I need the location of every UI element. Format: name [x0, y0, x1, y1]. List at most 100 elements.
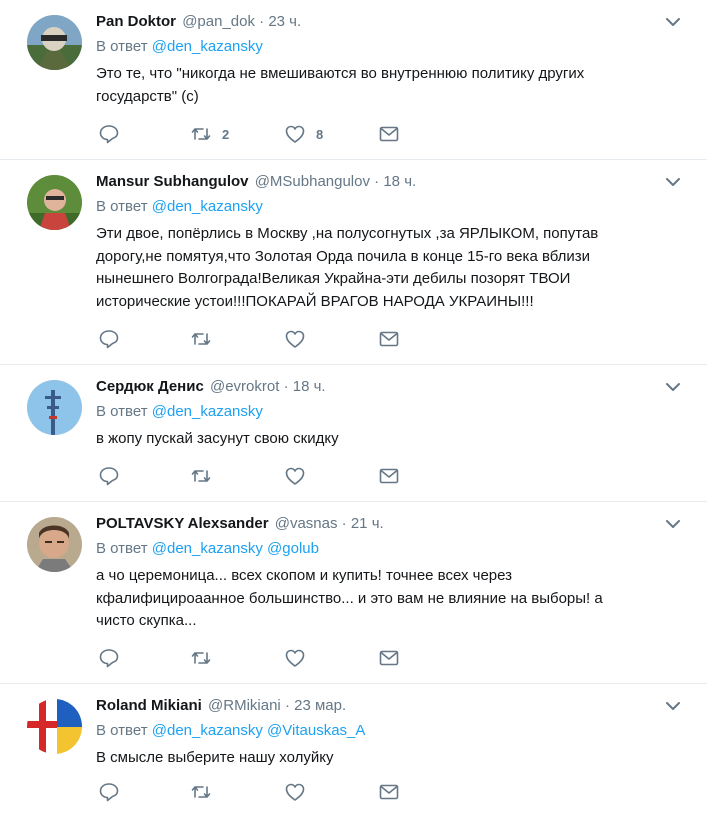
- mention-link[interactable]: @den_kazansky: [152, 540, 263, 557]
- avatar[interactable]: [27, 175, 82, 230]
- timestamp[interactable]: 23 ч.: [268, 13, 301, 30]
- timestamp[interactable]: 18 ч.: [293, 378, 326, 395]
- mention-link[interactable]: @den_kazansky: [152, 722, 263, 739]
- heart-icon: [285, 467, 305, 485]
- envelope-icon: [379, 650, 399, 666]
- author-name[interactable]: Pan Doktor: [96, 13, 176, 30]
- tweet[interactable]: Roland Mikiani @RMikiani · 23 мар. В отв…: [0, 684, 707, 817]
- retweet-icon: [191, 128, 211, 140]
- tweet[interactable]: Pan Doktor @pan_dok · 23 ч. В ответ @den…: [0, 0, 707, 160]
- chevron-down-icon[interactable]: [665, 700, 681, 712]
- avatar[interactable]: [27, 517, 82, 572]
- tweet-text: В смысле выберите нашу холуйку: [96, 749, 334, 766]
- reply-prefix: В ответ: [96, 198, 148, 215]
- heart-icon: [285, 649, 305, 667]
- like-button[interactable]: [284, 328, 316, 350]
- mention-link[interactable]: @den_kazansky: [152, 38, 263, 55]
- like-button[interactable]: 8: [284, 123, 323, 145]
- like-button[interactable]: [284, 781, 316, 803]
- avatar-image: [27, 699, 82, 754]
- retweet-icon: [191, 652, 211, 664]
- heart-icon: [285, 783, 305, 801]
- reply-prefix: В ответ: [96, 403, 148, 420]
- author-handle[interactable]: @MSubhangulov: [255, 173, 370, 190]
- retweet-icon: [191, 786, 211, 798]
- author-handle[interactable]: @vasnas: [275, 515, 338, 532]
- retweet-button[interactable]: 2: [190, 123, 229, 145]
- chevron-down-icon[interactable]: [665, 518, 681, 530]
- tweet-text: Эти двое, попёрлись в Москву ,на полусог…: [96, 225, 599, 310]
- reply-button[interactable]: [98, 465, 120, 487]
- author-name[interactable]: Roland Mikiani: [96, 697, 202, 714]
- reply-icon: [99, 330, 119, 349]
- direct-message-button[interactable]: [378, 647, 400, 669]
- chevron-down-icon[interactable]: [665, 381, 681, 393]
- reply-button[interactable]: [98, 781, 120, 803]
- author-name[interactable]: Mansur Subhangulov: [96, 173, 249, 190]
- tweet-text: Это те, что "никогда не вмешиваются во в…: [96, 65, 585, 105]
- envelope-icon: [379, 468, 399, 484]
- chevron-down-icon[interactable]: [665, 176, 681, 188]
- reply-icon: [99, 125, 119, 144]
- author-handle[interactable]: @pan_dok: [182, 13, 255, 30]
- timestamp[interactable]: 21 ч.: [351, 515, 384, 532]
- avatar[interactable]: [27, 380, 82, 435]
- separator-dot: ·: [259, 13, 265, 30]
- reply-icon: [99, 467, 119, 486]
- retweet-count: 2: [222, 126, 230, 142]
- like-button[interactable]: [284, 465, 316, 487]
- author-name[interactable]: Сердюк Денис: [96, 378, 204, 395]
- author-handle[interactable]: @evrokrot: [210, 378, 279, 395]
- tweet[interactable]: Сердюк Денис @evrokrot · 18 ч. В ответ @…: [0, 365, 707, 502]
- action-bar: 2 8: [96, 123, 416, 145]
- mention-link[interactable]: @Vitauskas_A: [267, 722, 365, 739]
- action-bar: [96, 781, 416, 803]
- reply-context: В ответ @den_kazansky: [96, 197, 683, 217]
- reply-context: В ответ @den_kazansky @Vitauskas_A: [96, 721, 683, 741]
- mention-link[interactable]: @den_kazansky: [152, 198, 263, 215]
- retweet-button[interactable]: [190, 465, 222, 487]
- direct-message-button[interactable]: [378, 328, 400, 350]
- action-bar: [96, 328, 416, 350]
- like-button[interactable]: [284, 647, 316, 669]
- reply-prefix: В ответ: [96, 540, 148, 557]
- direct-message-button[interactable]: [378, 781, 400, 803]
- direct-message-button[interactable]: [378, 123, 400, 145]
- heart-icon: [285, 125, 305, 143]
- reply-icon: [99, 649, 119, 668]
- reply-button[interactable]: [98, 123, 120, 145]
- separator-dot: ·: [283, 378, 289, 395]
- reply-button[interactable]: [98, 647, 120, 669]
- author-handle[interactable]: @RMikiani: [208, 697, 281, 714]
- mention-link[interactable]: @den_kazansky: [152, 403, 263, 420]
- separator-dot: ·: [284, 697, 290, 714]
- reply-prefix: В ответ: [96, 722, 148, 739]
- tweet[interactable]: Mansur Subhangulov @MSubhangulov · 18 ч.…: [0, 160, 707, 365]
- avatar[interactable]: [27, 15, 82, 70]
- chevron-down-icon[interactable]: [665, 16, 681, 28]
- reply-button[interactable]: [98, 328, 120, 350]
- author-name[interactable]: POLTAVSKY Alexsander: [96, 515, 269, 532]
- reply-context: В ответ @den_kazansky: [96, 402, 683, 422]
- reply-icon: [99, 783, 119, 802]
- retweet-icon: [191, 333, 211, 345]
- heart-icon: [285, 330, 305, 348]
- retweet-button[interactable]: [190, 328, 222, 350]
- tweet-text: а чо церемоница... всех скопом и купить!…: [96, 567, 603, 629]
- retweet-button[interactable]: [190, 781, 222, 803]
- reply-prefix: В ответ: [96, 38, 148, 55]
- timestamp[interactable]: 18 ч.: [383, 173, 416, 190]
- retweet-icon: [191, 470, 211, 482]
- mention-link[interactable]: @golub: [267, 540, 319, 557]
- avatar[interactable]: [27, 699, 82, 754]
- timestamp[interactable]: 23 мар.: [294, 697, 346, 714]
- tweet[interactable]: POLTAVSKY Alexsander @vasnas · 21 ч. В о…: [0, 502, 707, 684]
- envelope-icon: [379, 331, 399, 347]
- replies-feed: Pan Doktor @pan_dok · 23 ч. В ответ @den…: [0, 0, 707, 817]
- direct-message-button[interactable]: [378, 465, 400, 487]
- envelope-icon: [379, 126, 399, 142]
- avatar-image: [27, 175, 82, 230]
- separator-dot: ·: [341, 515, 347, 532]
- retweet-button[interactable]: [190, 647, 222, 669]
- action-bar: [96, 465, 416, 487]
